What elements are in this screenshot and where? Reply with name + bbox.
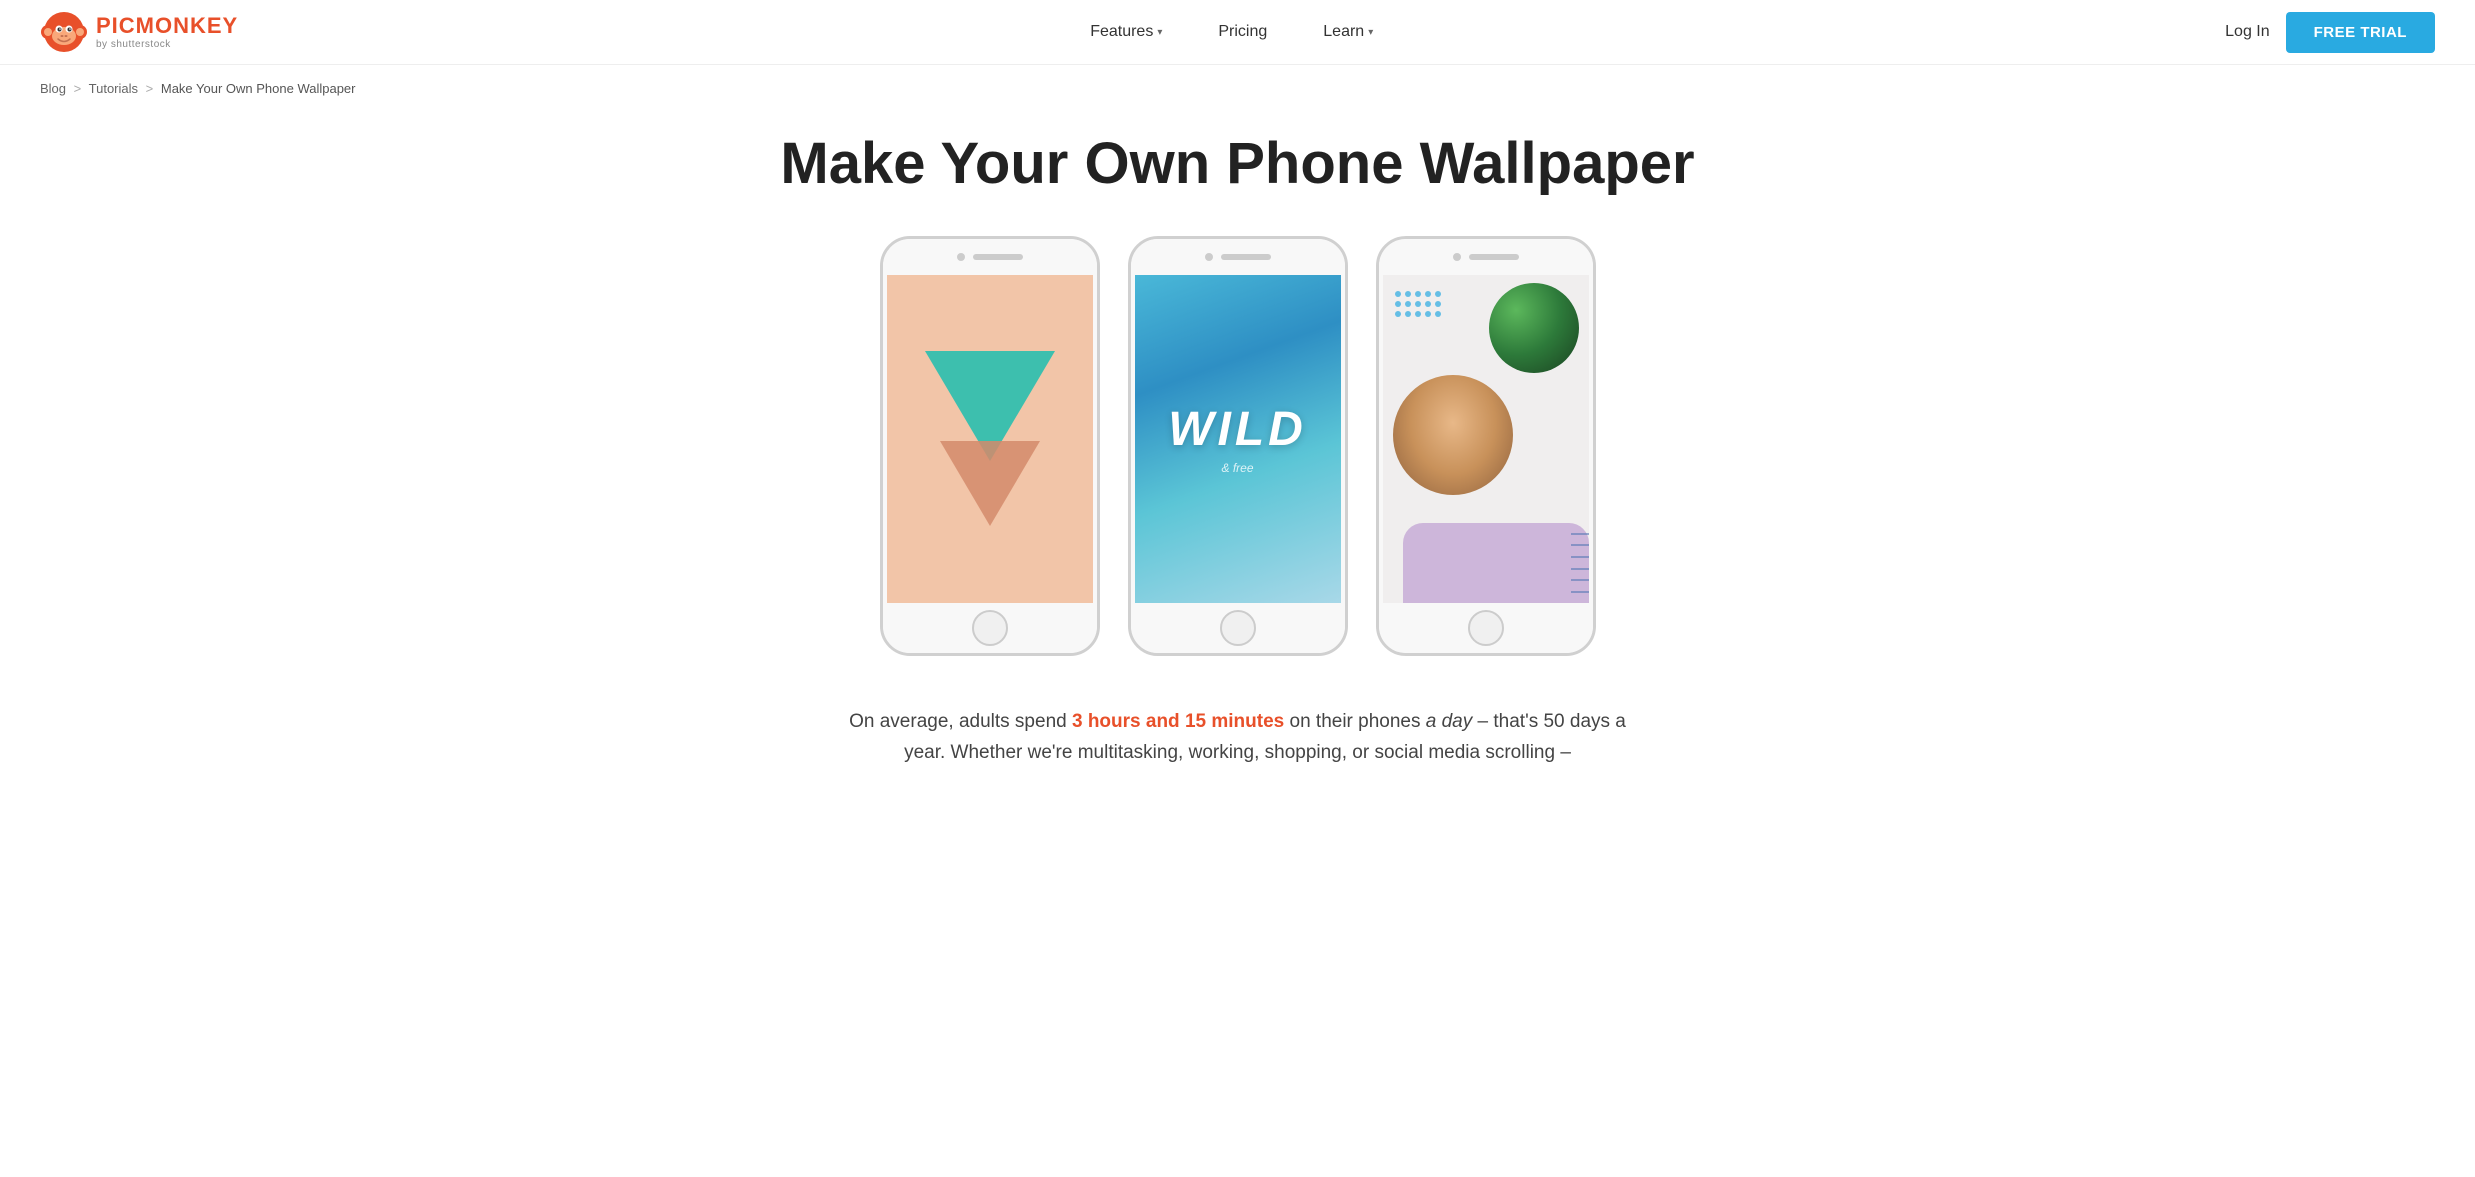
dot: [1395, 291, 1401, 297]
phone-frame-3: [1376, 236, 1596, 656]
site-header: PICMONKEY by shutterstock Features ▾ Pri…: [0, 0, 2475, 65]
logo-main-text: PICMONKEY: [96, 14, 238, 38]
nav-features[interactable]: Features ▾: [1062, 0, 1190, 65]
dot: [1415, 291, 1421, 297]
breadcrumb-current: Make Your Own Phone Wallpaper: [161, 81, 356, 96]
login-link[interactable]: Log In: [2225, 23, 2269, 41]
phone-frame-1: [880, 236, 1100, 656]
phone-bottom-1: [883, 603, 1097, 653]
grid-line: [1571, 544, 1589, 546]
main-content: Make Your Own Phone Wallpaper: [638, 112, 1838, 808]
logo-area[interactable]: PICMONKEY by shutterstock: [40, 8, 238, 56]
desc-prefix: On average, adults spend: [849, 711, 1072, 732]
person-circle: [1393, 375, 1513, 495]
wild-content: WILD & free: [1168, 402, 1307, 475]
nav-learn[interactable]: Learn ▾: [1295, 0, 1401, 65]
phones-container: WILD & free: [678, 236, 1798, 656]
grid-lines: [1571, 523, 1589, 603]
dot: [1435, 311, 1441, 317]
dot: [1395, 301, 1401, 307]
grid-line: [1571, 533, 1589, 535]
chevron-down-icon-learn: ▾: [1368, 27, 1373, 38]
collage-dots: [1395, 291, 1442, 318]
phone-screen-2: WILD & free: [1135, 275, 1341, 603]
phone-mockup-2: WILD & free: [1128, 236, 1348, 656]
person-silhouette: [1393, 375, 1513, 495]
logo-text: PICMONKEY by shutterstock: [96, 14, 238, 49]
phone-top-bar-2: [1131, 239, 1345, 275]
header-right: Log In FREE TRIAL: [2225, 12, 2435, 53]
desc-highlight: 3 hours and 15 minutes: [1072, 711, 1284, 732]
breadcrumb-tutorials[interactable]: Tutorials: [89, 81, 138, 96]
page-title: Make Your Own Phone Wallpaper: [678, 132, 1798, 196]
dot: [1415, 301, 1421, 307]
dot: [1425, 291, 1431, 297]
nav-pricing[interactable]: Pricing: [1190, 0, 1295, 65]
desc-mid: on their phones: [1284, 711, 1426, 732]
phone-speaker-2: [1221, 254, 1271, 260]
phone-speaker-1: [973, 254, 1023, 260]
wild-text: WILD: [1168, 402, 1307, 457]
triangle-rose: [940, 441, 1040, 526]
dot: [1405, 291, 1411, 297]
breadcrumb-blog[interactable]: Blog: [40, 81, 66, 96]
phone-speaker-3: [1469, 254, 1519, 260]
description-text: On average, adults spend 3 hours and 15 …: [848, 706, 1628, 769]
phone-top-bar-3: [1379, 239, 1593, 275]
free-trial-button[interactable]: FREE TRIAL: [2286, 12, 2435, 53]
dot: [1405, 311, 1411, 317]
phone-home-button-2: [1220, 610, 1256, 646]
phone-screen-3: [1383, 275, 1589, 603]
phone-bottom-2: [1131, 603, 1345, 653]
phone-camera-1: [957, 253, 965, 261]
phone-mockup-1: [880, 236, 1100, 656]
dot: [1425, 311, 1431, 317]
logo-icon: [40, 8, 88, 56]
phone-mockup-3: [1376, 236, 1596, 656]
dot: [1415, 311, 1421, 317]
grid-line: [1571, 591, 1589, 593]
breadcrumb-sep-2: >: [146, 81, 154, 96]
triangle-design: [925, 351, 1055, 526]
collage-photo-area: [1383, 355, 1589, 603]
phone-frame-2: WILD & free: [1128, 236, 1348, 656]
chevron-down-icon: ▾: [1157, 27, 1162, 38]
dot: [1405, 301, 1411, 307]
phone-bottom-3: [1379, 603, 1593, 653]
main-nav: Features ▾ Pricing Learn ▾: [1062, 0, 1401, 65]
grid-line: [1571, 556, 1589, 558]
dot: [1435, 291, 1441, 297]
phone-top-bar-1: [883, 239, 1097, 275]
dot: [1435, 301, 1441, 307]
grid-line: [1571, 579, 1589, 581]
phone-home-button-1: [972, 610, 1008, 646]
logo-sub-text: by shutterstock: [96, 39, 238, 50]
phone-camera-2: [1205, 253, 1213, 261]
dot: [1395, 311, 1401, 317]
dot: [1425, 301, 1431, 307]
desc-italic: a day: [1426, 711, 1472, 732]
purple-blob: [1403, 523, 1589, 603]
breadcrumb-sep-1: >: [74, 81, 82, 96]
grid-line: [1571, 568, 1589, 570]
wild-subtext: & free: [1168, 461, 1307, 475]
phone-camera-3: [1453, 253, 1461, 261]
phone-screen-1: [887, 275, 1093, 603]
breadcrumb: Blog > Tutorials > Make Your Own Phone W…: [0, 65, 2475, 112]
phone-home-button-3: [1468, 610, 1504, 646]
